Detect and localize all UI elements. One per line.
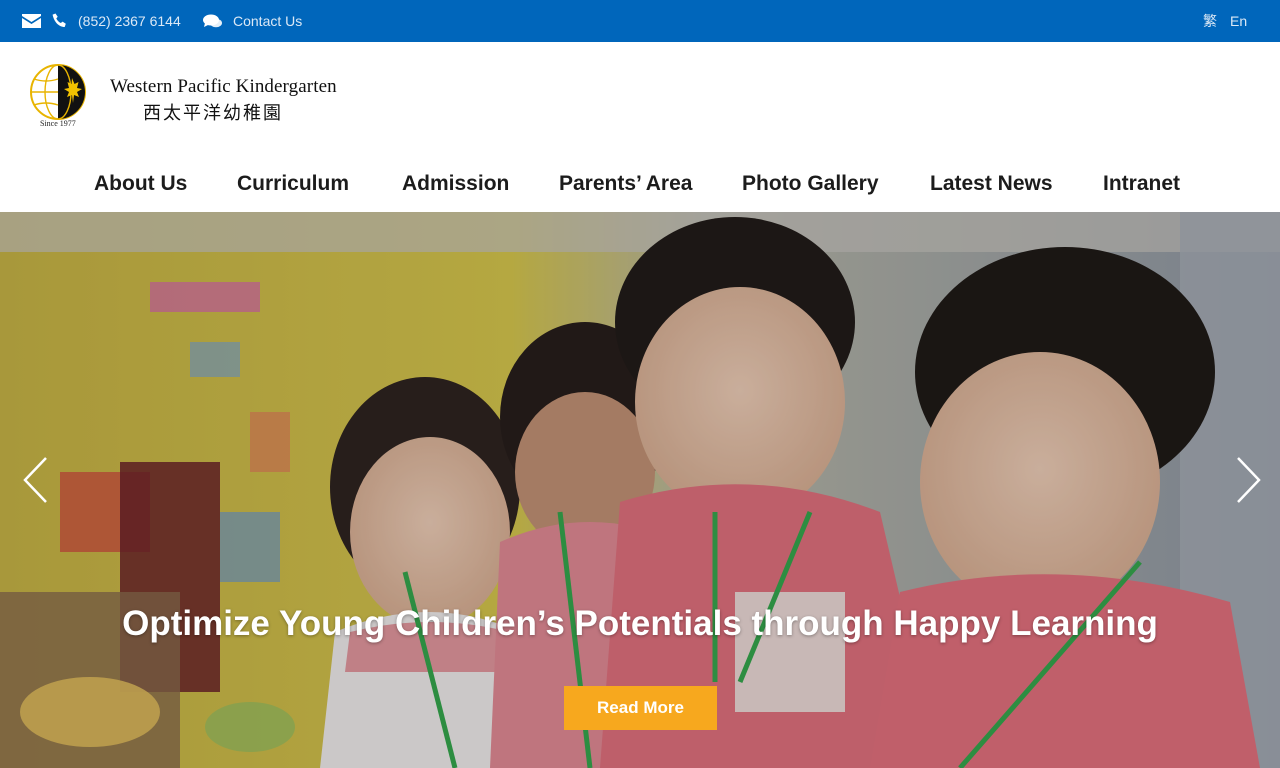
logo-name-english: Western Pacific Kindergarten xyxy=(110,76,337,97)
contact-us-link[interactable]: Contact Us xyxy=(203,0,302,42)
hero-overlay xyxy=(0,212,1280,768)
email-link[interactable] xyxy=(22,0,41,42)
lang-traditional-chinese[interactable]: 繁 xyxy=(1203,0,1217,42)
contact-us-label: Contact Us xyxy=(233,13,303,29)
nav-parents-area[interactable]: Parents’ Area xyxy=(559,156,692,212)
main-nav: About Us Curriculum Admission Parents’ A… xyxy=(0,156,1280,212)
nav-curriculum[interactable]: Curriculum xyxy=(237,156,349,212)
nav-about-us[interactable]: About Us xyxy=(94,156,187,212)
top-bar: (852) 2367 6144 Contact Us 繁 En xyxy=(0,0,1280,42)
hero-slider: Optimize Young Children’s Potentials thr… xyxy=(0,212,1280,768)
nav-intranet[interactable]: Intranet xyxy=(1103,156,1180,212)
hero-headline: Optimize Young Children’s Potentials thr… xyxy=(122,604,1158,643)
phone-number: (852) 2367 6144 xyxy=(78,13,181,29)
chat-bubbles-icon xyxy=(203,14,222,27)
logo-since: Since 1977 xyxy=(40,119,76,128)
chevron-left-icon xyxy=(23,457,47,503)
logo-name-chinese: 西太平洋幼稚園 xyxy=(143,103,283,124)
nav-latest-news[interactable]: Latest News xyxy=(930,156,1053,212)
nav-admission[interactable]: Admission xyxy=(402,156,509,212)
chevron-right-icon xyxy=(1237,457,1261,503)
phone-link[interactable]: (852) 2367 6144 xyxy=(52,0,181,42)
slider-next-button[interactable] xyxy=(1233,456,1263,504)
lang-english[interactable]: En xyxy=(1230,0,1247,42)
envelope-icon xyxy=(22,14,41,28)
site-header: Since 1977 Western Pacific Kindergarten … xyxy=(0,42,1280,212)
phone-icon xyxy=(52,13,66,27)
read-more-button[interactable]: Read More xyxy=(564,686,717,730)
slider-prev-button[interactable] xyxy=(21,456,51,504)
nav-photo-gallery[interactable]: Photo Gallery xyxy=(742,156,879,212)
